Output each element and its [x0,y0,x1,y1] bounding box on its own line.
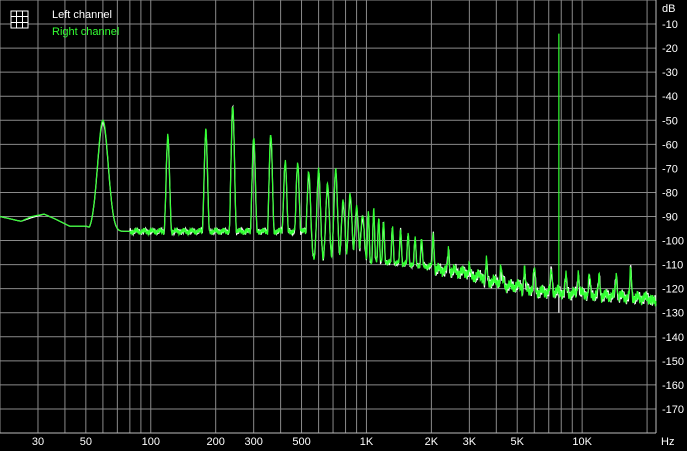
legend-right-channel: Right channel [52,26,119,38]
x-tick-label: 10K [572,436,592,448]
x-tick-label: 3K [463,436,477,448]
y-tick-label: -30 [662,67,678,79]
y-unit-label: dB [662,3,675,15]
y-tick-label: -70 [662,163,678,175]
legend-left-channel: Left channel [52,9,112,21]
y-tick-label: -150 [662,356,684,368]
y-tick-label: -40 [662,91,678,103]
legend-grid-icon [10,10,29,29]
y-tick-label: -100 [662,236,684,248]
y-tick-label: -50 [662,115,678,127]
y-tick-label: -20 [662,43,678,55]
y-tick-label: -10 [662,19,678,31]
x-tick-label: 2K [425,436,439,448]
y-tick-label: -90 [662,212,678,224]
y-tick-label: -60 [662,139,678,151]
y-tick-label: -110 [662,260,683,272]
x-tick-label: 200 [207,436,225,448]
x-tick-label: 30 [32,436,44,448]
x-axis: 30 50 100 200 300 500 1K 2K 3K 5K 10K [32,436,593,448]
y-tick-label: -140 [662,332,684,344]
y-tick-label: -170 [662,404,684,416]
x-tick-label: 100 [142,436,160,448]
y-tick-label: -120 [662,284,684,296]
spectrum-chart: -10 -20 -30 -40 -50 -60 -70 -80 -90 -100 -110 -120 -… [0,0,684,448]
y-axis: -10 -20 -30 -40 -50 -60 -70 -80 -90 -100 -110 -120 -… [662,19,684,416]
x-tick-label: 5K [510,436,524,448]
y-tick-label: -130 [662,308,684,320]
y-tick-label: -80 [662,187,678,199]
y-tick-label: -160 [662,380,684,392]
x-tick-label: 300 [244,436,262,448]
x-tick-label: 50 [80,436,92,448]
x-tick-label: 500 [292,436,310,448]
x-tick-label: 1K [360,436,374,448]
x-unit-label: Hz [661,436,674,448]
